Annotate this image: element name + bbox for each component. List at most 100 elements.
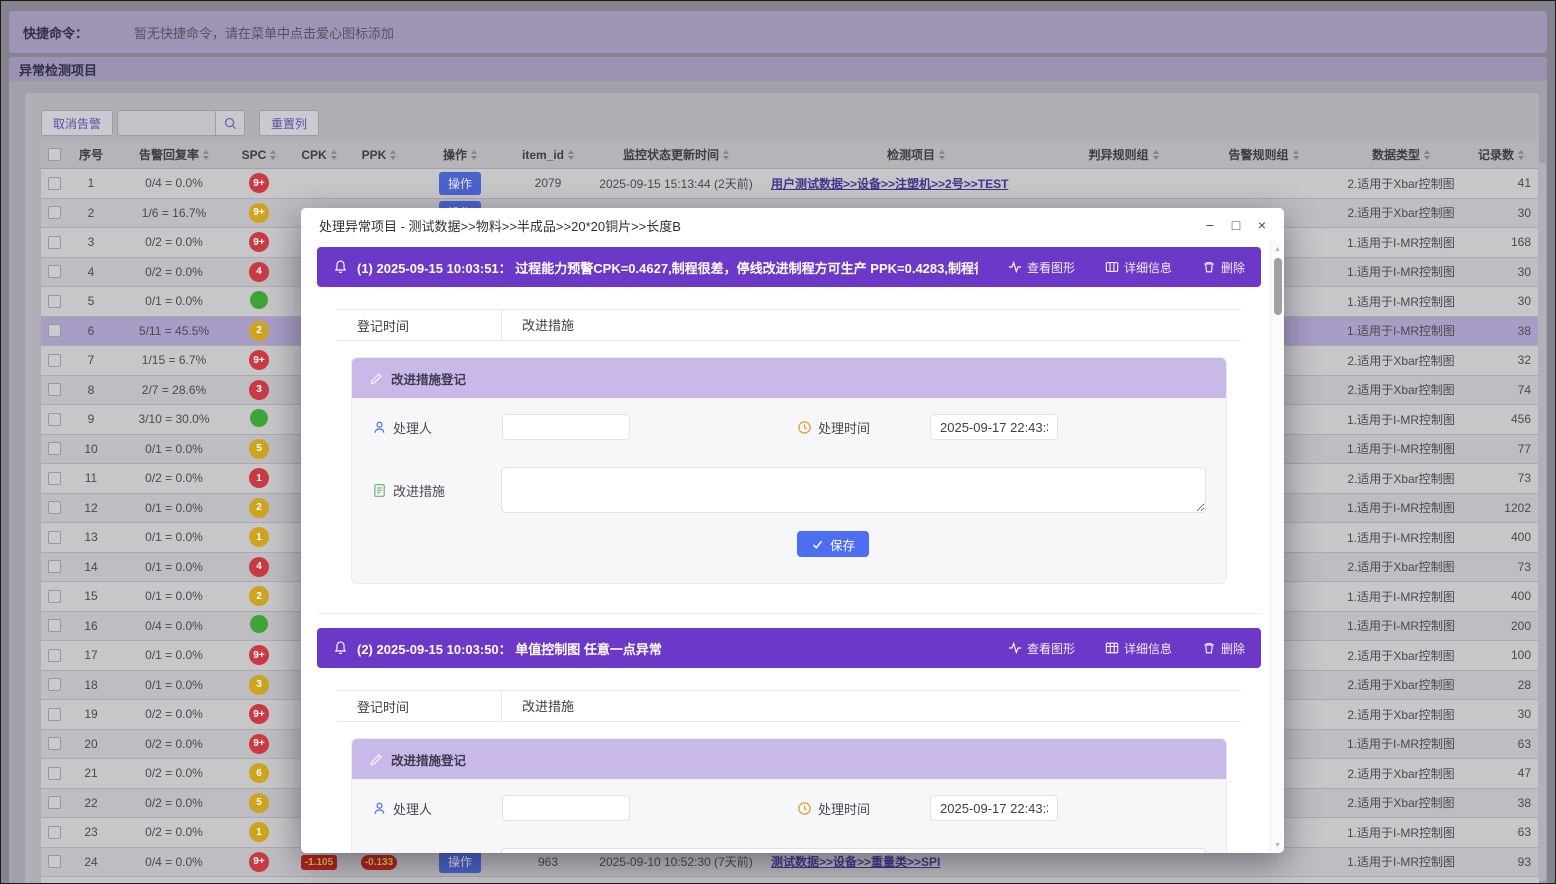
handle-time-input[interactable]: [930, 795, 1058, 821]
select-all-checkbox[interactable]: [48, 148, 61, 161]
sort-icon[interactable]: [1424, 147, 1430, 163]
delete-button[interactable]: 删除: [1202, 640, 1245, 657]
search-button[interactable]: [215, 110, 245, 136]
form-row-handler: 处理人 处理时间: [352, 795, 1206, 821]
column-header-3[interactable]: SPC: [233, 141, 285, 168]
row-checkbox[interactable]: [48, 383, 61, 396]
dialog-scrollbar[interactable]: ▲ ▼: [1270, 242, 1284, 853]
sort-icon[interactable]: [723, 147, 729, 163]
data-type-cell: 1.适用于I-MR控制图: [1341, 824, 1461, 841]
row-checkbox[interactable]: [48, 236, 61, 249]
row-checkbox[interactable]: [48, 324, 61, 337]
sort-icon[interactable]: [331, 147, 337, 163]
handle-time-input[interactable]: [930, 414, 1058, 440]
sort-icon[interactable]: [1293, 147, 1299, 163]
records-cell: 1202: [1461, 501, 1539, 515]
minimize-icon[interactable]: −: [1202, 217, 1218, 233]
checkbox-cell: [41, 442, 67, 455]
pencil-icon: [370, 372, 383, 385]
row-checkbox[interactable]: [48, 826, 61, 839]
cancel-alarm-button[interactable]: 取消告警: [41, 110, 113, 136]
sort-icon[interactable]: [390, 147, 396, 163]
data-type-cell: 2.适用于Xbar控制图: [1341, 647, 1461, 664]
records-cell: 73: [1461, 560, 1539, 574]
column-header-12[interactable]: 数据类型: [1341, 141, 1461, 168]
row-checkbox[interactable]: [48, 678, 61, 691]
row-checkbox[interactable]: [48, 472, 61, 485]
column-header-10[interactable]: 判异规则组: [1061, 141, 1186, 168]
row-checkbox[interactable]: [48, 855, 61, 868]
delete-button[interactable]: 删除: [1202, 259, 1245, 276]
checkbox-cell: [41, 265, 67, 278]
column-header-5[interactable]: PPK: [353, 141, 405, 168]
records-cell: 38: [1461, 324, 1539, 338]
column-header-2[interactable]: 告警回复率: [115, 141, 233, 168]
sort-icon[interactable]: [568, 147, 574, 163]
sort-icon[interactable]: [939, 147, 945, 163]
row-checkbox[interactable]: [48, 737, 61, 750]
measure-textarea[interactable]: [501, 848, 1206, 853]
row-checkbox[interactable]: [48, 206, 61, 219]
records-cell: 456: [1461, 412, 1539, 426]
row-checkbox[interactable]: [48, 177, 61, 190]
row-checkbox[interactable]: [48, 354, 61, 367]
row-checkbox[interactable]: [48, 413, 61, 426]
column-header-6[interactable]: 操作: [405, 141, 515, 168]
table-row[interactable]: 10/4 = 0.0%9+操作20792025-09-15 15:13:44 (…: [41, 169, 1539, 199]
row-action-button[interactable]: 操作: [439, 850, 481, 873]
view-chart-button[interactable]: 查看图形: [1008, 640, 1075, 657]
column-header-4[interactable]: CPK: [285, 141, 353, 168]
sort-icon[interactable]: [1518, 147, 1524, 163]
maximize-icon[interactable]: □: [1228, 217, 1244, 233]
data-type-cell: 2.适用于Xbar控制图: [1341, 558, 1461, 575]
table-row[interactable]: [41, 877, 1539, 883]
row-checkbox[interactable]: [48, 619, 61, 632]
scroll-down-icon[interactable]: ▼: [1271, 842, 1284, 849]
project-link[interactable]: 测试数据>>设备>>重量类>>SPI: [771, 855, 940, 869]
column-header-8[interactable]: 监控状态更新时间: [581, 141, 771, 168]
row-action-button[interactable]: 操作: [439, 172, 481, 195]
save-button[interactable]: 保存: [797, 531, 869, 557]
row-checkbox[interactable]: [48, 442, 61, 455]
records-cell: 47: [1461, 766, 1539, 780]
seq-cell: 21: [67, 766, 115, 780]
spc-cell: 3: [233, 380, 285, 400]
column-header-1[interactable]: 序号: [67, 141, 115, 168]
details-button[interactable]: 详细信息: [1105, 259, 1172, 276]
select-all-checkbox-cell: [41, 141, 67, 168]
column-header-11[interactable]: 告警规则组: [1186, 141, 1341, 168]
column-header-7[interactable]: item_id: [515, 141, 581, 168]
seq-cell: 10: [67, 442, 115, 456]
row-checkbox[interactable]: [48, 649, 61, 662]
sort-icon[interactable]: [203, 147, 209, 163]
spc-cell: [233, 615, 285, 636]
details-button[interactable]: 详细信息: [1105, 640, 1172, 657]
search-input[interactable]: [117, 110, 215, 136]
scroll-up-icon[interactable]: ▲: [1271, 246, 1284, 253]
sort-icon[interactable]: [270, 147, 276, 163]
row-checkbox[interactable]: [48, 796, 61, 809]
history-col-measure: 改进措施: [522, 318, 574, 333]
close-icon[interactable]: ×: [1254, 217, 1270, 233]
handler-input[interactable]: [502, 414, 630, 440]
records-cell: 30: [1461, 265, 1539, 279]
row-checkbox[interactable]: [48, 560, 61, 573]
column-header-9[interactable]: 检测项目: [771, 141, 1061, 168]
project-link[interactable]: 用户测试数据>>设备>>注塑机>>2号>>TEST: [771, 177, 1008, 191]
sort-icon[interactable]: [471, 147, 477, 163]
row-checkbox[interactable]: [48, 590, 61, 603]
view-chart-button[interactable]: 查看图形: [1008, 259, 1075, 276]
column-header-13[interactable]: 记录数: [1461, 141, 1539, 168]
row-checkbox[interactable]: [48, 265, 61, 278]
row-checkbox[interactable]: [48, 767, 61, 780]
row-checkbox[interactable]: [48, 295, 61, 308]
scrollbar-thumb[interactable]: [1274, 258, 1282, 315]
row-checkbox[interactable]: [48, 708, 61, 721]
page-scrollbar[interactable]: [1538, 163, 1546, 881]
sort-icon[interactable]: [1153, 147, 1159, 163]
measure-textarea[interactable]: [501, 467, 1206, 513]
reset-columns-button[interactable]: 重置列: [259, 110, 319, 136]
row-checkbox[interactable]: [48, 531, 61, 544]
handler-input[interactable]: [502, 795, 630, 821]
row-checkbox[interactable]: [48, 501, 61, 514]
